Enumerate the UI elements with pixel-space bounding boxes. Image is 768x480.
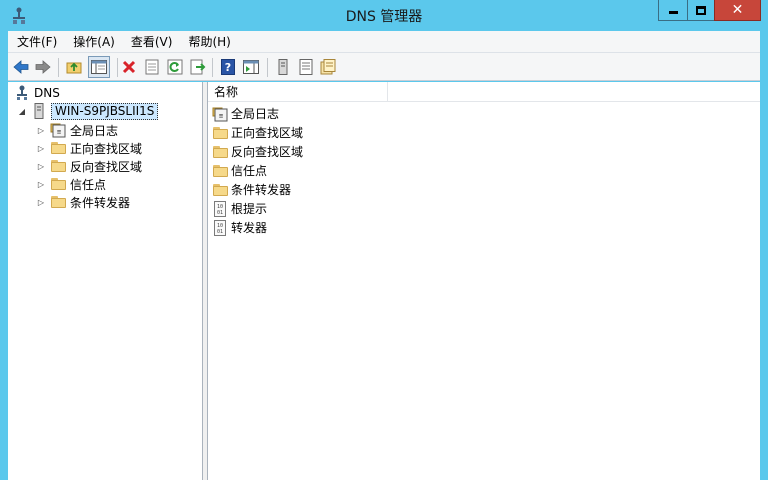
tree-item-label: WIN-S9PJBSLII1S bbox=[51, 102, 159, 120]
folder-icon bbox=[212, 144, 228, 160]
toolbar-separator bbox=[58, 58, 59, 77]
list-item-label: 条件转发器 bbox=[231, 183, 292, 197]
up-folder-icon[interactable] bbox=[65, 58, 83, 76]
minimize-button[interactable] bbox=[658, 0, 687, 21]
column-name-header[interactable]: 名称 bbox=[208, 82, 388, 102]
tree-item-reverse-zones[interactable]: ▷ 反向查找区域 bbox=[36, 157, 142, 175]
list-item-root-hints[interactable]: 10 01 根提示 bbox=[212, 199, 267, 218]
new-zone-icon[interactable] bbox=[319, 58, 337, 76]
close-button[interactable]: ✕ bbox=[714, 0, 761, 21]
toolbar: ? bbox=[8, 52, 760, 81]
svg-text:01: 01 bbox=[217, 210, 223, 216]
expand-arrow-icon[interactable]: ▷ bbox=[36, 125, 46, 135]
tree-item-label: 正向查找区域 bbox=[70, 141, 143, 156]
list-item-label: 正向查找区域 bbox=[231, 126, 304, 140]
minimize-icon bbox=[668, 10, 678, 14]
toolbar-separator bbox=[212, 58, 213, 77]
menu-help[interactable]: 帮助(H) bbox=[179, 33, 237, 50]
delete-icon[interactable] bbox=[120, 58, 138, 76]
column-header: 名称 bbox=[208, 82, 760, 102]
help-icon[interactable]: ? bbox=[219, 58, 237, 76]
toolbar-separator bbox=[267, 58, 268, 77]
action-pane-icon[interactable] bbox=[242, 58, 260, 76]
folder-icon bbox=[212, 163, 228, 179]
log-icon: ≡ bbox=[50, 122, 66, 138]
folder-icon bbox=[50, 158, 66, 174]
list-item-forwarders[interactable]: 10 01 转发器 bbox=[212, 218, 267, 237]
svg-text:01: 01 bbox=[217, 229, 223, 235]
dns-manager-window: DNS 管理器 ✕ 文件(F) 操作(A) 查看(V) 帮助(H) ? DNS … bbox=[0, 0, 768, 480]
window-title: DNS 管理器 bbox=[345, 9, 423, 25]
toolbar-separator bbox=[117, 58, 118, 77]
tree-item-label: 条件转发器 bbox=[70, 195, 131, 210]
list-item-label: 反向查找区域 bbox=[231, 145, 304, 159]
list-item-trust-points[interactable]: 信任点 bbox=[212, 161, 267, 180]
list-item-label: 全局日志 bbox=[231, 107, 280, 121]
menu-view[interactable]: 查看(V) bbox=[122, 33, 180, 50]
tree-item-forward-zones[interactable]: ▷ 正向查找区域 bbox=[36, 139, 142, 157]
expand-arrow-icon[interactable]: ▷ bbox=[36, 143, 46, 153]
expand-arrow-icon[interactable]: ▷ bbox=[36, 197, 46, 207]
svg-text:?: ? bbox=[225, 61, 231, 74]
menu-action[interactable]: 操作(A) bbox=[64, 33, 122, 50]
list-item-label: 信任点 bbox=[231, 164, 268, 178]
maximize-button[interactable] bbox=[687, 0, 714, 21]
folder-icon bbox=[212, 125, 228, 141]
forward-arrow-icon[interactable] bbox=[34, 58, 52, 76]
tree-item-label: 信任点 bbox=[70, 177, 107, 192]
export-list-icon[interactable] bbox=[189, 58, 207, 76]
show-hide-tree-icon[interactable] bbox=[88, 56, 110, 78]
menu-file[interactable]: 文件(F) bbox=[8, 33, 64, 50]
properties-icon[interactable] bbox=[143, 58, 161, 76]
svg-text:≡: ≡ bbox=[219, 112, 223, 120]
console-tree[interactable]: DNS ◢ WIN-S9PJBSLII1S ▷ ≡ 全局日志 ▷ 正向查找区域 … bbox=[8, 82, 203, 480]
folder-icon bbox=[50, 140, 66, 156]
list-item-forward-zones[interactable]: 正向查找区域 bbox=[212, 123, 303, 142]
server-icon[interactable] bbox=[274, 58, 292, 76]
record-icon: 10 01 bbox=[212, 219, 228, 236]
menu-bar: 文件(F) 操作(A) 查看(V) 帮助(H) bbox=[8, 31, 760, 52]
record-icon: 10 01 bbox=[212, 200, 228, 217]
tree-item-conditional-forwarders[interactable]: ▷ 条件转发器 bbox=[36, 193, 130, 211]
expand-arrow-icon[interactable]: ▷ bbox=[36, 179, 46, 189]
close-icon: ✕ bbox=[731, 2, 744, 18]
title-bar[interactable]: DNS 管理器 ✕ bbox=[0, 0, 768, 31]
tree-item-global-log[interactable]: ▷ ≡ 全局日志 bbox=[36, 121, 118, 139]
folder-icon bbox=[212, 182, 228, 198]
folder-icon bbox=[50, 194, 66, 210]
server-icon bbox=[31, 103, 47, 119]
details-list[interactable]: 名称 ≡ 全局日志 正向查找区域 反向查找区域 信任点 条件转发器 1001 bbox=[208, 82, 760, 480]
list-item-conditional-forwarders[interactable]: 条件转发器 bbox=[212, 180, 291, 199]
expand-arrow-icon[interactable]: ▷ bbox=[36, 161, 46, 171]
tree-item-label: DNS bbox=[34, 86, 60, 100]
svg-text:≡: ≡ bbox=[57, 128, 61, 136]
tree-item-dns-root[interactable]: DNS bbox=[14, 84, 60, 102]
list-item-label: 根提示 bbox=[231, 202, 268, 216]
back-arrow-icon[interactable] bbox=[12, 58, 30, 76]
tree-item-server[interactable]: ◢ WIN-S9PJBSLII1S bbox=[17, 102, 159, 120]
folder-icon bbox=[50, 176, 66, 192]
tree-item-trust-points[interactable]: ▷ 信任点 bbox=[36, 175, 106, 193]
refresh-icon[interactable] bbox=[166, 58, 184, 76]
list-item-reverse-zones[interactable]: 反向查找区域 bbox=[212, 142, 303, 161]
zone-list-icon[interactable] bbox=[297, 58, 315, 76]
tree-item-label: 反向查找区域 bbox=[70, 159, 143, 174]
list-item-label: 转发器 bbox=[231, 221, 268, 235]
maximize-icon bbox=[696, 5, 706, 15]
dns-root-icon bbox=[14, 85, 30, 101]
window-controls: ✕ bbox=[658, 0, 761, 21]
log-icon: ≡ bbox=[212, 106, 228, 122]
list-item-global-log[interactable]: ≡ 全局日志 bbox=[212, 104, 279, 123]
tree-item-label: 全局日志 bbox=[70, 123, 119, 138]
collapse-arrow-icon[interactable]: ◢ bbox=[17, 106, 27, 116]
